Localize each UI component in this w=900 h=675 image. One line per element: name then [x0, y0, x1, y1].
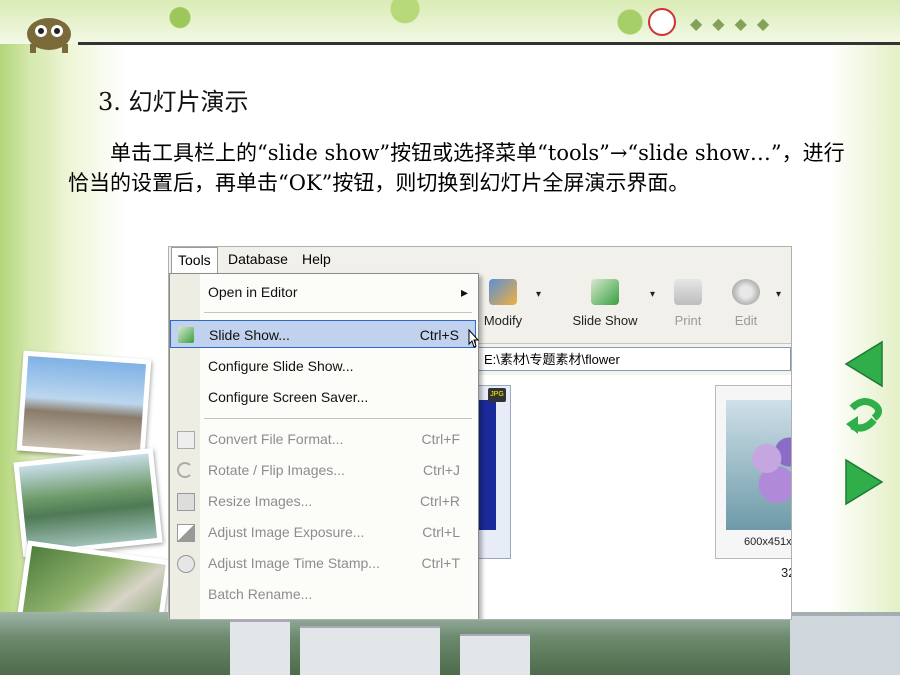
- chevron-down-icon[interactable]: ▾: [776, 289, 781, 300]
- rotate-icon: [177, 462, 193, 478]
- menu-item-batch-rename[interactable]: Batch Rename...: [170, 580, 476, 608]
- menu-item-slide-show[interactable]: Slide Show... Ctrl+S: [170, 320, 476, 348]
- return-slide-icon[interactable]: [844, 394, 884, 444]
- menu-item-open-in-editor[interactable]: Open in Editor ▸: [170, 278, 476, 306]
- slide-heading: 3. 幻灯片演示: [98, 88, 249, 116]
- purple-flowers-image: [726, 400, 791, 530]
- modify-label: Modify: [483, 313, 523, 328]
- chevron-down-icon[interactable]: ▾: [536, 289, 541, 300]
- slide-show-icon: [591, 279, 619, 305]
- edit-button[interactable]: Edit ▾: [725, 279, 781, 328]
- thumbnail-number: 32: [781, 565, 791, 580]
- photo-collage: [0, 350, 172, 662]
- previous-slide-icon[interactable]: [842, 340, 886, 388]
- slide-paragraph: 单击工具栏上的“slide show”按钮或选择菜单“tools”→“slide…: [68, 141, 845, 195]
- menu-separator: [204, 312, 472, 313]
- app-screenshot-window: Tools Database Help Modify ▾ Slide Show …: [168, 246, 792, 620]
- jpg-badge: JPG: [488, 388, 506, 402]
- menu-item-configure-slide-show[interactable]: Configure Slide Show...: [170, 352, 476, 380]
- school-emblem-icon: [648, 8, 676, 36]
- menu-item-adjust-exposure[interactable]: Adjust Image Exposure... Ctrl+L: [170, 518, 476, 546]
- toolbar: Modify ▾ Slide Show ▾ Print Edit ▾: [475, 273, 791, 344]
- menu-item-convert-file-format[interactable]: Convert File Format... Ctrl+F: [170, 425, 476, 453]
- menu-item-rotate-flip[interactable]: Rotate / Flip Images... Ctrl+J: [170, 456, 476, 484]
- chevron-down-icon[interactable]: ▾: [650, 289, 655, 300]
- slide-show-icon: [178, 327, 194, 343]
- slide-background: ◆◆◆◆ 3. 幻灯片演示 单击工具栏上的“slide show”按钮或选择菜单…: [0, 0, 900, 675]
- clock-icon: [177, 555, 195, 573]
- thumbnail-caption: 600x451x24b: [743, 536, 792, 548]
- convert-format-icon: [177, 431, 195, 449]
- mouse-cursor-icon: [468, 329, 480, 348]
- header-divider: [78, 42, 900, 45]
- menu-item-configure-screen-saver[interactable]: Configure Screen Saver...: [170, 383, 476, 411]
- slide-show-toolbar-button[interactable]: Slide Show ▾: [565, 279, 655, 328]
- thumbnail-item[interactable]: JPG 600x451x24b: [715, 385, 792, 559]
- exposure-icon: [177, 524, 195, 542]
- modify-button[interactable]: Modify ▾: [479, 279, 541, 328]
- paint-palette-icon: [732, 279, 760, 305]
- header-watermark-text: ◆◆◆◆: [690, 14, 780, 33]
- printer-icon: [674, 279, 702, 305]
- menu-separator: [204, 418, 472, 419]
- slide-show-label: Slide Show: [572, 313, 638, 328]
- menu-database[interactable]: Database: [225, 251, 291, 267]
- modify-icon: [489, 279, 517, 305]
- edit-label: Edit: [734, 313, 758, 328]
- menu-item-adjust-time-stamp[interactable]: Adjust Image Time Stamp... Ctrl+T: [170, 549, 476, 577]
- campus-gate-photo: [16, 350, 152, 460]
- resize-icon: [177, 493, 195, 511]
- menu-item-resize-images[interactable]: Resize Images... Ctrl+R: [170, 487, 476, 515]
- menu-bar: Tools Database Help: [169, 247, 791, 277]
- address-path-field[interactable]: E:\素材\专题素材\flower: [475, 347, 791, 371]
- city-skyline-banner: [0, 612, 900, 675]
- print-label: Print: [674, 313, 702, 328]
- thumbnail-gallery: JPG JPG 600x451x24b 32 600x4 3: [469, 375, 792, 619]
- menu-help[interactable]: Help: [299, 251, 334, 267]
- submenu-arrow-icon: ▸: [460, 284, 468, 300]
- next-slide-icon[interactable]: [842, 458, 886, 506]
- mascot-logo-icon: [27, 18, 71, 53]
- print-button[interactable]: Print: [665, 279, 711, 328]
- tools-dropdown-menu: Open in Editor ▸ Slide Show... Ctrl+S Co…: [169, 273, 479, 619]
